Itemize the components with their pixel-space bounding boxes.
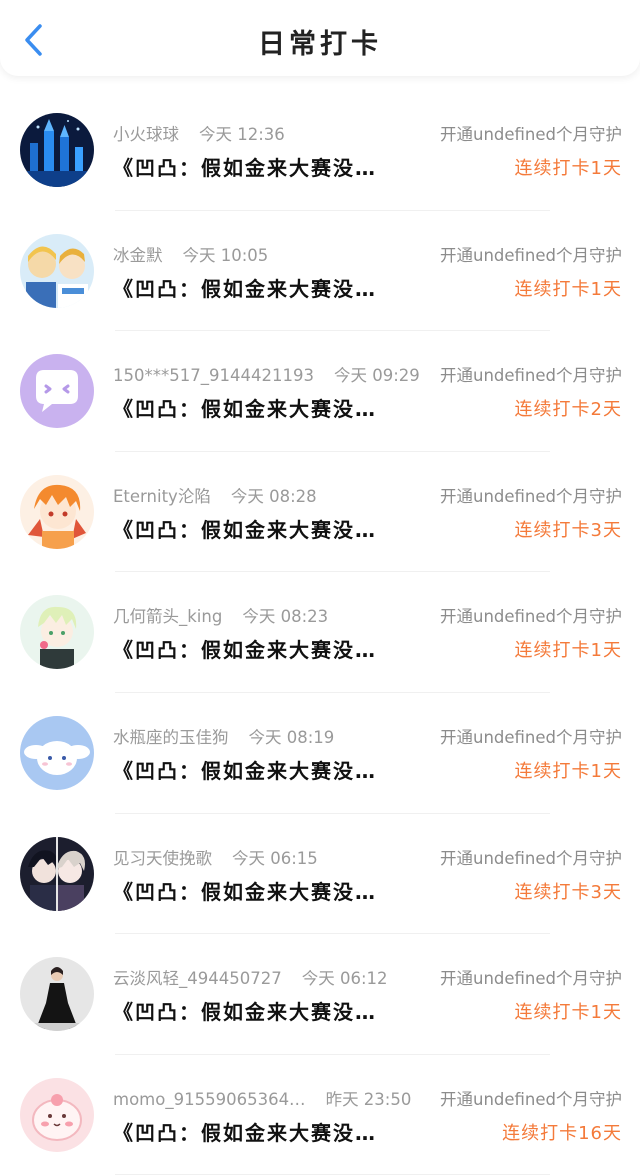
avatar[interactable] bbox=[20, 233, 94, 308]
checkin-message[interactable]: 《凹凸：假如金来大赛没… bbox=[113, 393, 377, 422]
timestamp: 今天 06:12 bbox=[301, 969, 388, 989]
streak-count: 连续打卡16天 bbox=[502, 1122, 622, 1144]
timestamp: 今天 06:15 bbox=[232, 848, 318, 868]
green-anime-avatar-icon bbox=[20, 595, 94, 670]
avatar[interactable] bbox=[20, 595, 94, 670]
avatar[interactable] bbox=[20, 836, 94, 911]
timestamp: 今天 12:36 bbox=[199, 125, 285, 144]
streak-count: 连续打卡1天 bbox=[514, 1002, 622, 1024]
list-item[interactable]: 见习天使挽歌 今天 06:15 开通undefined个月守护 《凹凸：假如金来大… bbox=[0, 814, 640, 935]
blue-castle-avatar-icon bbox=[20, 113, 94, 187]
checkin-message[interactable]: 《凹凸：假如金来大赛没… bbox=[113, 152, 377, 181]
guard-status: 开通undefined个月守护 bbox=[439, 125, 622, 144]
checkin-message[interactable]: 《凹凸：假如金来大赛没… bbox=[113, 996, 377, 1025]
guard-status: 开通undefined个月守护 bbox=[439, 486, 622, 506]
black-dress-avatar-icon bbox=[20, 957, 94, 1032]
avatar[interactable] bbox=[20, 113, 94, 187]
list-item[interactable]: 150***517_9144421193 今天 09:29 开通undefined… bbox=[0, 331, 640, 452]
timestamp: 今天 10:05 bbox=[182, 245, 269, 265]
timestamp: 今天 08:19 bbox=[248, 727, 335, 747]
cinnamoroll-avatar-icon bbox=[20, 715, 94, 790]
guard-status: 开通undefined个月守护 bbox=[439, 1089, 622, 1109]
checkin-message[interactable]: 《凹凸：假如金来大赛没… bbox=[113, 273, 377, 302]
user-name[interactable]: 小火球球 bbox=[113, 125, 179, 144]
streak-count: 连续打卡2天 bbox=[514, 399, 622, 421]
streak-count: 连续打卡1天 bbox=[514, 158, 622, 179]
checkin-message[interactable]: 《凹凸：假如金来大赛没… bbox=[113, 876, 377, 905]
user-name[interactable]: Eternity沦陷 bbox=[113, 487, 211, 506]
pink-blob-avatar-icon bbox=[20, 1077, 94, 1152]
user-name[interactable]: 见习天使挽歌 bbox=[113, 849, 212, 868]
list-item[interactable]: Eternity沦陷 今天 08:28 开通undefined个月守护 《凹凸：假… bbox=[0, 452, 640, 573]
timestamp: 今天 08:23 bbox=[242, 607, 329, 627]
guard-status: 开通undefined个月守护 bbox=[439, 245, 622, 265]
avatar[interactable] bbox=[20, 1077, 94, 1152]
avatar[interactable] bbox=[20, 354, 94, 429]
user-name[interactable]: 云淡风轻_494450727 bbox=[113, 969, 282, 988]
list-item[interactable]: 几何箭头_king 今天 08:23 开通undefined个月守护 《凹凸：假如… bbox=[0, 572, 640, 693]
user-name[interactable]: 150***517_9144421193 bbox=[113, 366, 314, 385]
orange-hair-anime-avatar-icon bbox=[20, 474, 94, 549]
avatar[interactable] bbox=[20, 474, 94, 549]
timestamp: 今天 09:29 bbox=[333, 366, 420, 386]
user-name[interactable]: momo_91559065364… bbox=[113, 1090, 306, 1109]
guard-status: 开通undefined个月守护 bbox=[439, 727, 622, 747]
page-title: 日常打卡 bbox=[258, 29, 382, 60]
list-item[interactable]: 水瓶座的玉佳狗 今天 08:19 开通undefined个月守护 《凹凸：假如金来… bbox=[0, 693, 640, 814]
list-item[interactable]: 冰金默 今天 10:05 开通undefined个月守护 《凹凸：假如金来大赛没…… bbox=[0, 211, 640, 332]
chat-bubble-avatar-icon bbox=[20, 354, 94, 429]
list-item[interactable]: momo_91559065364… 昨天 23:50 开通undefined个月守… bbox=[0, 1055, 640, 1175]
checkin-message[interactable]: 《凹凸：假如金来大赛没… bbox=[113, 634, 377, 663]
guard-status: 开通undefined个月守护 bbox=[439, 607, 622, 627]
checkin-message[interactable]: 《凹凸：假如金来大赛没… bbox=[113, 1117, 377, 1146]
user-name[interactable]: 几何箭头_king bbox=[113, 607, 222, 626]
list-item[interactable]: 小火球球 今天 12:36 开通undefined个月守护 《凹凸：假如金来大赛没… bbox=[0, 90, 640, 211]
anime-group-avatar-icon bbox=[20, 233, 94, 308]
guard-status: 开通undefined个月守护 bbox=[439, 366, 622, 386]
avatar[interactable] bbox=[20, 957, 94, 1032]
checkin-message[interactable]: 《凹凸：假如金来大赛没… bbox=[113, 755, 377, 784]
streak-count: 连续打卡3天 bbox=[514, 881, 622, 903]
guard-status: 开通undefined个月守护 bbox=[439, 969, 622, 989]
avatar[interactable] bbox=[20, 715, 94, 790]
dark-duo-anime-avatar-icon bbox=[20, 836, 94, 911]
guard-status: 开通undefined个月守护 bbox=[439, 848, 622, 868]
timestamp: 今天 08:28 bbox=[230, 486, 317, 506]
checkin-message[interactable]: 《凹凸：假如金来大赛没… bbox=[113, 514, 377, 543]
user-name[interactable]: 水瓶座的玉佳狗 bbox=[113, 728, 229, 747]
checkin-list: 小火球球 今天 12:36 开通undefined个月守护 《凹凸：假如金来大赛没… bbox=[0, 90, 640, 1175]
user-name[interactable]: 冰金默 bbox=[113, 246, 163, 265]
top-bar: 日常打卡 bbox=[0, 0, 640, 76]
streak-count: 连续打卡1天 bbox=[514, 640, 622, 662]
streak-count: 连续打卡3天 bbox=[514, 519, 622, 541]
list-item[interactable]: 云淡风轻_494450727 今天 06:12 开通undefined个月守护 《… bbox=[0, 934, 640, 1055]
streak-count: 连续打卡1天 bbox=[514, 278, 622, 300]
streak-count: 连续打卡1天 bbox=[514, 760, 622, 782]
timestamp: 昨天 23:50 bbox=[325, 1089, 412, 1109]
